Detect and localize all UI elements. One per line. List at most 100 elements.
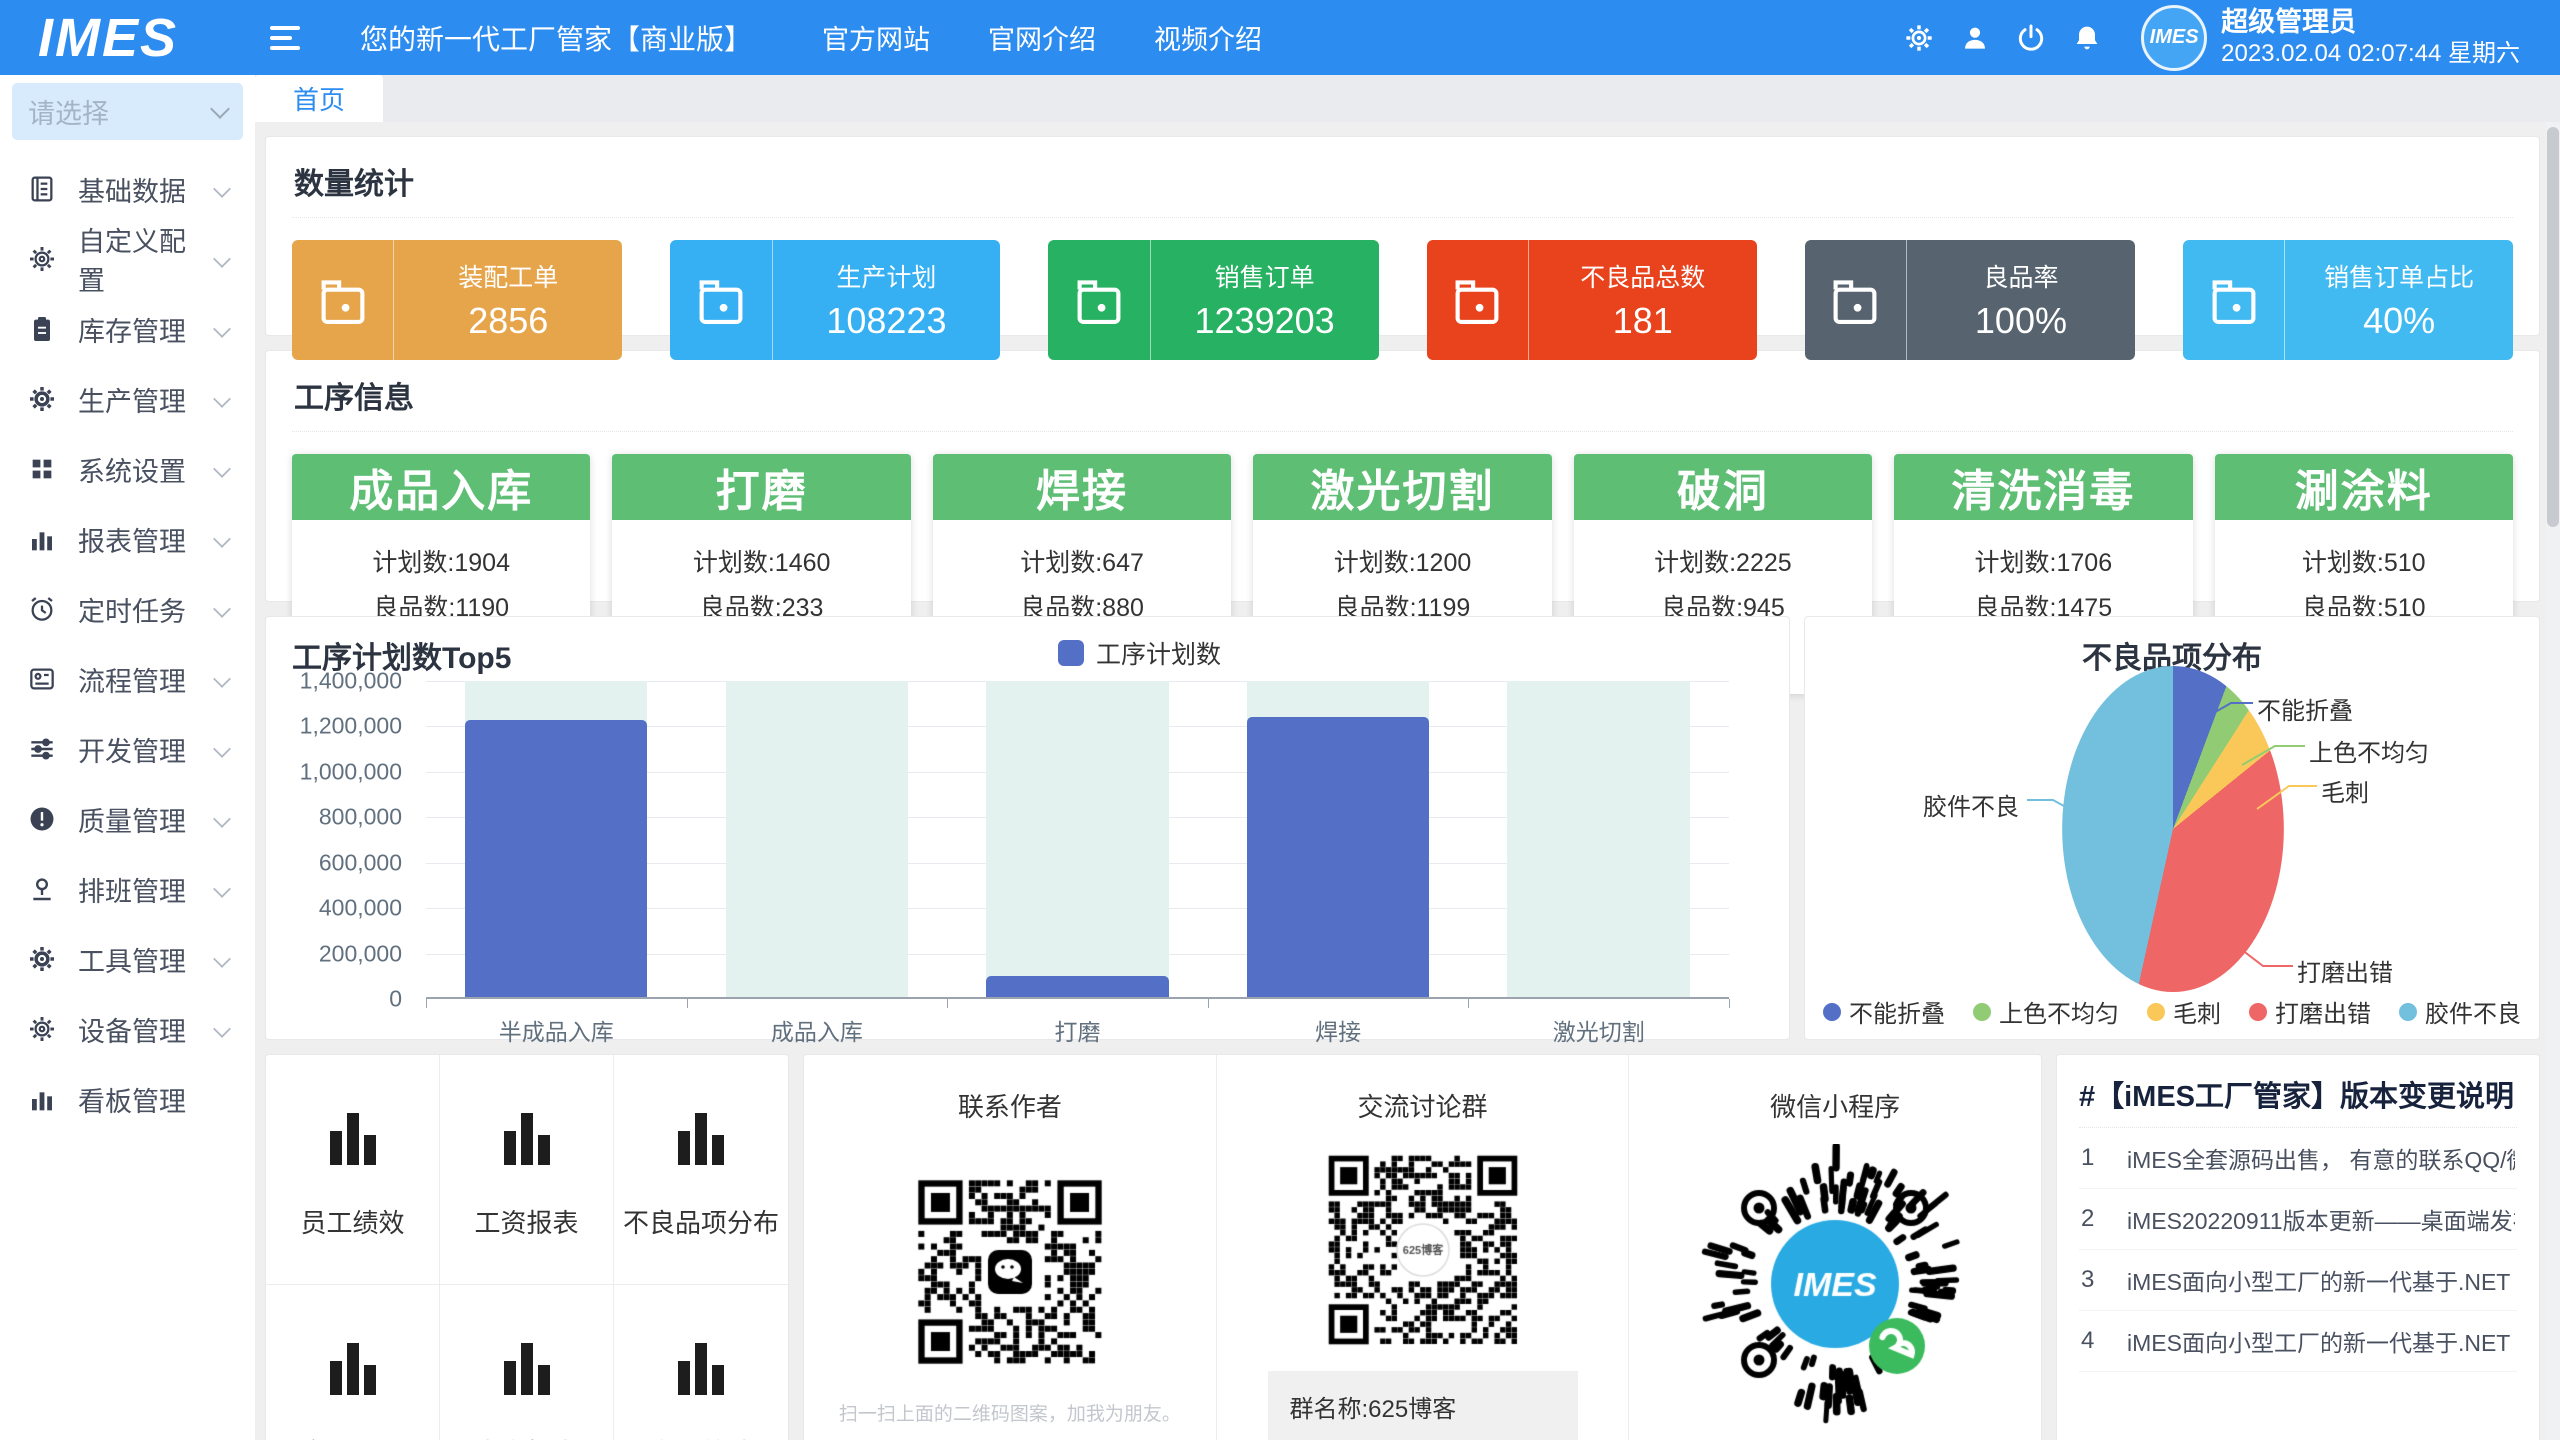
sidebar-item-kanban[interactable]: 看板管理 bbox=[0, 1064, 255, 1134]
pie-legend-item[interactable]: 上色不均匀 bbox=[1973, 994, 2119, 1029]
y-axis-labels: 1,400,0001,200,0001,000,000800,000600,00… bbox=[266, 681, 416, 999]
sidebar-item-system[interactable]: 系统设置 bbox=[0, 434, 255, 504]
process-panel: 工序信息 成品入库 计划数:1904 良品数:1190 不良品数:27 打磨 计… bbox=[265, 350, 2540, 602]
process-title: 工序信息 bbox=[292, 367, 2513, 432]
sidebar-item-quality[interactable]: 质量管理 bbox=[0, 784, 255, 854]
pie-chart-card: 不良品项分布 不能折叠 上色不均匀 毛刺 打磨出错 胶件不良 不能折叠 上色不均… bbox=[1804, 616, 2540, 1040]
nav-site-intro[interactable]: 官网介绍 bbox=[988, 18, 1096, 57]
folder-icon bbox=[1446, 269, 1508, 331]
pie-label: 打磨出错 bbox=[2297, 953, 2393, 988]
sidebar-menu: 基础数据 自定义配置 bbox=[0, 154, 255, 1134]
pie-legend-item[interactable]: 毛刺 bbox=[2147, 994, 2221, 1029]
mini-program-code bbox=[1695, 1144, 1975, 1424]
user-name: 超级管理员 bbox=[2221, 6, 2520, 40]
stat-card-assembly-orders: 装配工单2856 bbox=[292, 240, 622, 360]
report-item-defect-distribution[interactable]: 不良品项分布 bbox=[614, 1055, 788, 1285]
bar-chart-icon bbox=[504, 1343, 550, 1395]
pie-label: 胶件不良 bbox=[1923, 787, 2019, 822]
legend-dot bbox=[1973, 1003, 1991, 1021]
changelog-row: 3 iMES面向小型工厂的新一代基于.NET Core的MES系统__移动端 bbox=[2079, 1250, 2517, 1311]
report-item-production-report[interactable]: 生产报表 bbox=[440, 1285, 614, 1440]
legend-marker bbox=[1058, 640, 1084, 666]
exclamation-circle-icon bbox=[26, 803, 58, 835]
bar-打磨 bbox=[986, 976, 1168, 999]
legend-dot bbox=[2147, 1003, 2165, 1021]
avatar[interactable]: IMES bbox=[2141, 5, 2207, 71]
datetime: 2023.02.04 02:07:44 星期六 bbox=[2221, 39, 2520, 69]
changelog-panel: #【iMES工厂管家】版本变更说明 1 iMES全套源码出售， 有意的联系QQ/… bbox=[2056, 1054, 2540, 1440]
sidebar-item-shift[interactable]: 排班管理 bbox=[0, 854, 255, 924]
folder-icon bbox=[2203, 269, 2265, 331]
chevron-down-icon bbox=[213, 320, 231, 338]
pie-legend-item[interactable]: 不能折叠 bbox=[1823, 994, 1945, 1029]
report-item-employee-performance[interactable]: 员工绩效 bbox=[266, 1055, 440, 1285]
qr-discussion-group: 交流讨论群 群名称:625博客 群 号:200884004 bbox=[1217, 1055, 1630, 1440]
chevron-down-icon bbox=[213, 250, 231, 268]
sidebar-item-development[interactable]: 开发管理 bbox=[0, 714, 255, 784]
folder-icon bbox=[312, 269, 374, 331]
bar-plot-area: 半成品入库成品入库打磨焊接激光切割 bbox=[426, 681, 1729, 999]
legend-dot bbox=[2249, 1003, 2267, 1021]
sidebar-item-scheduled-tasks[interactable]: 定时任务 bbox=[0, 574, 255, 644]
pie-legend-item[interactable]: 打磨出错 bbox=[2249, 994, 2371, 1029]
nav-video-intro[interactable]: 视频介绍 bbox=[1154, 18, 1262, 57]
bar-chart-icon bbox=[330, 1343, 376, 1395]
changelog-row: 4 iMES面向小型工厂的新一代基于.NET Core的MES系统__PC端 bbox=[2079, 1311, 2517, 1372]
report-shortcuts: 员工绩效 工资报表 不良品项分布 不良品项汇总 生产报表 bbox=[265, 1054, 789, 1440]
chevron-down-icon bbox=[213, 460, 231, 478]
power-icon[interactable] bbox=[2003, 16, 2059, 60]
stat-card-sales-ratio: 销售订单占比40% bbox=[2183, 240, 2513, 360]
chevron-down-icon bbox=[213, 390, 231, 408]
stat-card-yield-rate: 良品率100% bbox=[1805, 240, 2135, 360]
bell-icon[interactable] bbox=[2059, 16, 2115, 60]
hamburger-menu-icon[interactable] bbox=[270, 26, 300, 50]
bar-chart-legend[interactable]: 工序计划数 bbox=[1058, 635, 1221, 671]
report-item-output-stats[interactable]: 产量统计 bbox=[614, 1285, 788, 1440]
settings-gear-icon[interactable] bbox=[1891, 16, 1947, 60]
chevron-down-icon bbox=[213, 530, 231, 548]
sidebar-item-equipment[interactable]: 设备管理 bbox=[0, 994, 255, 1064]
sidebar-item-production[interactable]: 生产管理 bbox=[0, 364, 255, 434]
pie-legend: 不能折叠 上色不均匀 毛刺 打磨出错 胶件不良 bbox=[1805, 994, 2539, 1029]
user-info: 超级管理员 2023.02.04 02:07:44 星期六 bbox=[2221, 6, 2520, 70]
nav-official-site[interactable]: 官方网站 bbox=[822, 18, 930, 57]
tab-home[interactable]: 首页 bbox=[255, 75, 383, 122]
charts-row: 工序计划数Top5 工序计划数 1,400,0001,200,0001,000,… bbox=[265, 616, 2540, 1040]
qr-mini-program: 微信小程序 bbox=[1629, 1055, 2041, 1440]
sliders-icon bbox=[26, 733, 58, 765]
pie-label: 不能折叠 bbox=[2257, 691, 2353, 726]
folder-icon bbox=[1068, 269, 1130, 331]
chevron-down-icon bbox=[213, 600, 231, 618]
imes-dashboard: IMES 您的新一代工厂管家【商业版】 官方网站 官网介绍 视频介绍 bbox=[0, 0, 2560, 1440]
pie-legend-item[interactable]: 胶件不良 bbox=[2399, 994, 2521, 1029]
sidebar-item-reports[interactable]: 报表管理 bbox=[0, 504, 255, 574]
qr-section: 联系作者 扫一扫上面的二维码图案，加我为朋友。 交流讨论群 群名称:625博客 … bbox=[803, 1054, 2042, 1440]
report-item-defect-summary[interactable]: 不良品项汇总 bbox=[266, 1285, 440, 1440]
sidebar-item-workflow[interactable]: 流程管理 bbox=[0, 644, 255, 714]
scrollbar[interactable] bbox=[2546, 122, 2560, 1440]
bar-chart-icon bbox=[678, 1113, 724, 1165]
bar-chart-icon bbox=[678, 1343, 724, 1395]
chevron-down-icon bbox=[210, 99, 230, 119]
chevron-down-icon bbox=[213, 950, 231, 968]
gear-outline-icon bbox=[26, 1013, 58, 1045]
user-icon[interactable] bbox=[1947, 16, 2003, 60]
report-item-salary-report[interactable]: 工资报表 bbox=[440, 1055, 614, 1285]
sidebar-item-inventory[interactable]: 库存管理 bbox=[0, 294, 255, 364]
contact-qr-code bbox=[912, 1174, 1108, 1370]
legend-dot bbox=[1823, 1003, 1841, 1021]
header-right: IMES 超级管理员 2023.02.04 02:07:44 星期六 bbox=[1891, 5, 2530, 71]
top-header: IMES 您的新一代工厂管家【商业版】 官方网站 官网介绍 视频介绍 bbox=[0, 0, 2560, 75]
sidebar-item-custom-config[interactable]: 自定义配置 bbox=[0, 224, 255, 294]
stat-card-defect-total: 不良品总数181 bbox=[1427, 240, 1757, 360]
main-content: 数量统计 装配工单2856 生产计划108223 销售订单1239203 不良品… bbox=[255, 122, 2560, 1440]
stats-title: 数量统计 bbox=[292, 153, 2513, 218]
bar-半成品入库 bbox=[465, 720, 647, 999]
sidebar-item-tools[interactable]: 工具管理 bbox=[0, 924, 255, 994]
person-icon bbox=[26, 873, 58, 905]
sidebar-select[interactable]: 请选择 bbox=[12, 83, 243, 140]
sidebar-item-base-data[interactable]: 基础数据 bbox=[0, 154, 255, 224]
stat-cards: 装配工单2856 生产计划108223 销售订单1239203 不良品总数181… bbox=[292, 240, 2513, 360]
scrollbar-thumb bbox=[2547, 127, 2559, 527]
stat-card-production-plans: 生产计划108223 bbox=[670, 240, 1000, 360]
